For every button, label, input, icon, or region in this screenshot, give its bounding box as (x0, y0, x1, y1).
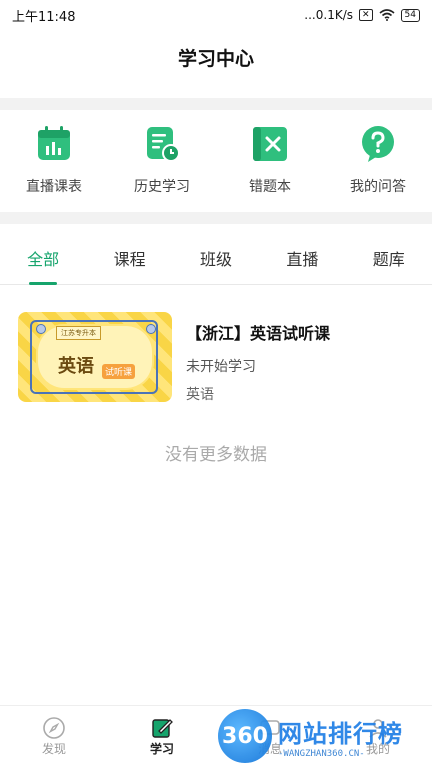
tab-label: 课程 (113, 250, 146, 269)
sim-icon: ✕ (359, 9, 373, 21)
question-bubble-icon (362, 126, 394, 162)
status-indicators: ...0.1K/s ✕ 54 (304, 8, 420, 22)
nav-discover[interactable]: 发现 (14, 706, 94, 768)
history-document-icon (147, 127, 180, 162)
page-title: 学习中心 (177, 48, 254, 70)
course-thumbnail: 江苏专升本 英语 试听课 (18, 312, 172, 402)
section-divider (0, 98, 432, 110)
quick-item-label: 直播课表 (26, 179, 82, 195)
quick-item-label: 历史学习 (134, 179, 190, 195)
tab-all[interactable]: 全部 (13, 238, 73, 285)
course-list-item[interactable]: 江苏专升本 英语 试听课 【浙江】英语试听课 未开始学习 英语 (18, 312, 418, 404)
tab-courses[interactable]: 课程 (100, 238, 160, 284)
tab-question-bank[interactable]: 题库 (359, 238, 419, 284)
thumbnail-title: 英语 (58, 356, 94, 377)
watermark-main: 网站排行榜 (278, 719, 403, 748)
battery-icon: 54 (400, 8, 420, 22)
quick-item-label: 我的问答 (350, 179, 406, 195)
course-info: 【浙江】英语试听课 未开始学习 英语 (186, 312, 330, 404)
tab-classes[interactable]: 班级 (186, 238, 246, 284)
wifi-icon (379, 9, 395, 21)
tab-label: 班级 (199, 250, 232, 269)
tab-label: 题库 (372, 250, 405, 269)
empty-state-text: 没有更多数据 (165, 445, 267, 465)
quick-item-wrong-book[interactable]: 错题本 (227, 112, 313, 196)
tab-label: 全部 (27, 250, 60, 269)
quick-item-label: 错题本 (249, 179, 291, 195)
tab-bar: 全部 课程 班级 直播 题库 (0, 238, 432, 285)
tab-active-indicator (29, 282, 58, 285)
quick-item-my-qa[interactable]: 我的问答 (335, 112, 421, 196)
thumbnail-badge: 试听课 (102, 364, 136, 379)
watermark-360-logo: 360 (218, 709, 272, 763)
calendar-chart-icon (38, 126, 70, 160)
pin-icon (146, 324, 156, 334)
wrong-notebook-icon (253, 127, 287, 161)
status-time: 上午11:48 (12, 9, 76, 25)
watermark-sub: -WANGZHAN360.CN- (278, 748, 365, 759)
nav-label: 发现 (41, 742, 66, 756)
thumbnail-tag: 江苏专升本 (56, 326, 101, 340)
quick-menu: 直播课表 历史学习 错题本 我的问答 (0, 112, 432, 212)
study-edit-icon (152, 719, 173, 738)
tab-live[interactable]: 直播 (272, 238, 332, 284)
course-status: 未开始学习 (186, 359, 256, 375)
nav-label: 学习 (149, 742, 174, 756)
nav-study[interactable]: 学习 (122, 706, 202, 768)
compass-icon (43, 717, 65, 739)
course-title: 【浙江】英语试听课 (186, 324, 331, 343)
tab-label: 直播 (286, 250, 319, 269)
course-subject: 英语 (186, 387, 214, 403)
quick-item-live-schedule[interactable]: 直播课表 (11, 112, 97, 196)
quick-item-history[interactable]: 历史学习 (119, 112, 205, 196)
pin-icon (36, 324, 46, 334)
network-speed: ...0.1K/s (304, 8, 353, 22)
status-bar: 上午11:48 ...0.1K/s ✕ 54 (0, 0, 432, 30)
section-divider (0, 212, 432, 224)
watermark-text: 网站排行榜 -WANGZHAN360.CN- (278, 714, 403, 759)
watermark-logo: 360 网站排行榜 -WANGZHAN360.CN- (218, 706, 432, 766)
